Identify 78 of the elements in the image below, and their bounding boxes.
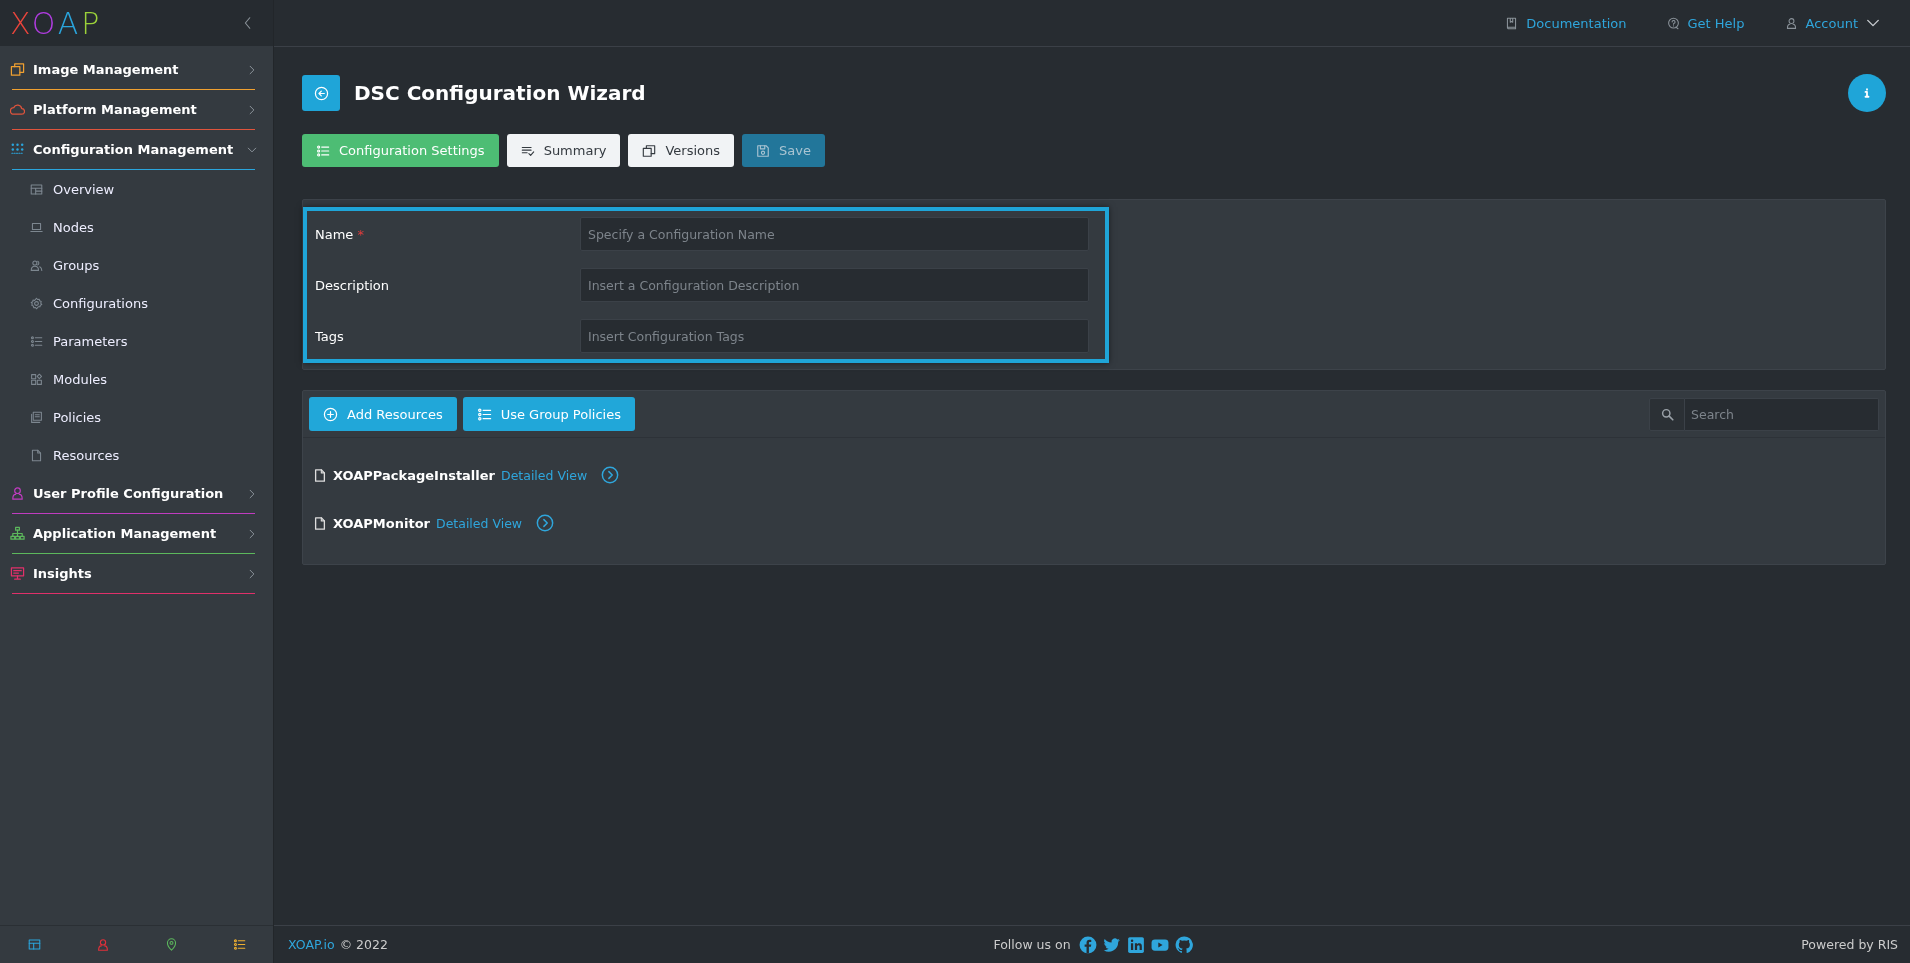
input-field[interactable]: Insert Configuration Tags [580, 319, 1089, 353]
back-button[interactable] [302, 75, 340, 111]
nav-item[interactable]: Modules [0, 360, 273, 398]
nav-group[interactable]: Application Management [0, 514, 273, 553]
blocks-icon [30, 372, 43, 386]
layout-icon[interactable] [27, 938, 41, 951]
location-pin-icon[interactable] [164, 938, 178, 951]
nav-item[interactable]: Policies [0, 398, 273, 436]
nav-item[interactable]: Groups [0, 246, 273, 284]
footer-link[interactable]: XOAP.io [288, 937, 335, 952]
cloud-icon [10, 102, 25, 117]
resource-name: XOAPMonitor [333, 515, 430, 531]
person-icon[interactable] [95, 937, 110, 952]
chevron-right-icon [247, 528, 257, 539]
header-link[interactable]: Documentation [1505, 15, 1627, 31]
twitter-icon[interactable] [1102, 935, 1121, 954]
input-field[interactable]: Insert a Configuration Description [580, 268, 1089, 302]
nav-group[interactable]: User Profile Configuration [0, 474, 273, 513]
nav-group[interactable]: Platform Management [0, 90, 273, 129]
nav-group[interactable]: Insights [0, 554, 273, 593]
nav-group[interactable]: Image Management [0, 50, 273, 89]
nav-item[interactable]: Configurations [0, 284, 273, 322]
nav-item[interactable]: Resources [0, 436, 273, 474]
copies-icon [10, 62, 25, 77]
list-icon [316, 143, 330, 158]
nav-item[interactable]: Parameters [0, 322, 273, 360]
header-link[interactable]: Get Help [1666, 15, 1745, 31]
list-icon [476, 406, 492, 422]
page-title: DSC Configuration Wizard [354, 81, 647, 105]
tab-button[interactable]: Summary [506, 134, 621, 167]
chevron-right-icon [247, 64, 257, 75]
field-label: Name * [315, 226, 365, 242]
layout-icon [30, 182, 43, 196]
nav-item[interactable]: Overview [0, 170, 273, 208]
file-icon [313, 467, 327, 483]
list-icon[interactable] [232, 938, 246, 951]
powered-by-text: Powered by RIS [1800, 937, 1898, 952]
user-icon [1784, 16, 1798, 30]
file-icon [313, 515, 327, 531]
chevron-circle-icon[interactable] [601, 466, 620, 484]
search-field[interactable]: Search [1685, 397, 1879, 431]
book-icon [1505, 16, 1519, 30]
hierarchy-icon [10, 526, 25, 541]
github-icon[interactable] [1174, 935, 1193, 954]
people-icon [30, 258, 43, 272]
detailed-view-link[interactable]: Detailed View [501, 467, 588, 483]
header-link[interactable]: Account [1784, 15, 1880, 31]
plus-circle-icon [323, 406, 338, 422]
chevron-right-icon [247, 568, 257, 579]
nav-item[interactable]: Nodes [0, 208, 273, 246]
copies-icon [642, 143, 657, 158]
linkedin-icon[interactable] [1126, 935, 1145, 954]
field-label: Tags [315, 328, 345, 344]
documents-icon [30, 410, 43, 424]
nav-group[interactable]: Configuration Management [0, 130, 273, 169]
list-icon [30, 334, 43, 348]
file-icon [30, 448, 43, 462]
copyright-text: © 2022 [339, 937, 388, 952]
person-icon [10, 486, 25, 501]
chevron-right-icon [247, 488, 257, 499]
tab-button[interactable]: Versions [628, 134, 735, 167]
resource-name: XOAPPackageInstaller [333, 467, 495, 483]
chevron-down-icon [247, 144, 257, 155]
chevron-circle-icon[interactable] [536, 514, 555, 532]
search-icon [1660, 407, 1674, 421]
input-field[interactable]: Specify a Configuration Name [580, 217, 1089, 251]
detailed-view-link[interactable]: Detailed View [436, 515, 523, 531]
chevron-right-icon [247, 104, 257, 115]
monitor-icon [10, 566, 25, 581]
facebook-icon[interactable] [1078, 935, 1097, 954]
dots-grid-icon [10, 142, 25, 157]
search-button[interactable] [1649, 397, 1685, 431]
help-bubble-icon [1666, 16, 1680, 30]
field-label: Description [315, 277, 391, 293]
gear-icon [30, 296, 43, 310]
follow-text: Follow us on [993, 937, 1071, 952]
laptop-icon [30, 220, 43, 234]
info-button[interactable] [1848, 74, 1886, 112]
